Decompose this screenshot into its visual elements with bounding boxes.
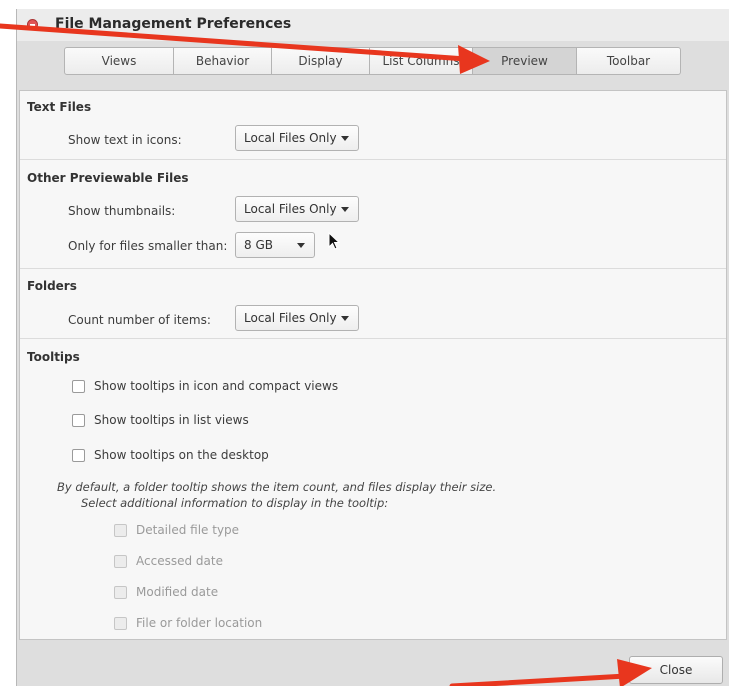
size-limit-label: Only for files smaller than: — [68, 239, 228, 253]
chevron-down-icon — [341, 136, 349, 141]
chevron-down-icon — [341, 207, 349, 212]
tooltip-info-line-2: Select additional information to display… — [81, 496, 389, 510]
checkbox-box[interactable] — [72, 413, 85, 427]
checkbox-label: Show tooltips in list views — [94, 413, 249, 427]
accessed-date-checkbox[interactable]: Accessed date — [114, 554, 223, 568]
tooltips-heading: Tooltips — [27, 350, 80, 364]
checkbox-box[interactable] — [114, 616, 127, 630]
checkbox-label: Accessed date — [136, 554, 223, 568]
checkbox-box[interactable] — [114, 523, 127, 537]
tooltip-info-line-1: By default, a folder tooltip shows the i… — [57, 480, 497, 494]
title-bar: File Management Preferences — [17, 9, 729, 41]
checkbox-label: Show tooltips on the desktop — [94, 448, 269, 462]
chevron-down-icon — [341, 316, 349, 321]
checkbox-label: Modified date — [136, 585, 219, 599]
tooltips-desktop-checkbox[interactable]: Show tooltips on the desktop — [72, 448, 269, 462]
count-items-label: Count number of items: — [68, 313, 211, 327]
checkbox-label: Detailed file type — [136, 523, 240, 537]
thumbnails-label: Show thumbnails: — [68, 204, 176, 218]
tooltips-icon-views-checkbox[interactable]: Show tooltips in icon and compact views — [72, 379, 338, 393]
tab-list-columns[interactable]: List Columns — [370, 47, 473, 75]
thumbnails-combo[interactable]: Local Files Only — [235, 196, 359, 222]
divider — [20, 159, 726, 160]
checkbox-box[interactable] — [72, 379, 85, 393]
checkbox-box[interactable] — [114, 585, 127, 599]
count-items-combo[interactable]: Local Files Only — [235, 305, 359, 331]
window-title: File Management Preferences — [55, 16, 292, 32]
modified-date-checkbox[interactable]: Modified date — [114, 585, 218, 599]
text-files-heading: Text Files — [27, 100, 92, 114]
preview-panel: Text Files Show text in icons: Local Fil… — [19, 90, 727, 640]
show-text-value: Local Files Only — [244, 131, 337, 145]
divider — [20, 338, 726, 339]
folders-heading: Folders — [27, 279, 77, 293]
size-limit-value: 8 GB — [244, 238, 273, 252]
tab-behavior[interactable]: Behavior — [174, 47, 272, 75]
checkbox-box[interactable] — [114, 554, 127, 568]
count-items-value: Local Files Only — [244, 311, 337, 325]
divider — [20, 268, 726, 269]
tab-preview[interactable]: Preview — [473, 47, 577, 75]
size-limit-combo[interactable]: 8 GB — [235, 232, 315, 258]
preferences-window: File Management Preferences Views Behavi… — [16, 9, 729, 686]
mouse-cursor-icon — [328, 232, 341, 250]
checkbox-label: Show tooltips in icon and compact views — [94, 379, 339, 393]
checkbox-label: File or folder location — [136, 616, 263, 630]
file-location-checkbox[interactable]: File or folder location — [114, 616, 262, 630]
thumbnails-value: Local Files Only — [244, 202, 337, 216]
tab-bar: Views Behavior Display List Columns Prev… — [64, 47, 681, 75]
detailed-file-type-checkbox[interactable]: Detailed file type — [114, 523, 239, 537]
tooltips-list-views-checkbox[interactable]: Show tooltips in list views — [72, 413, 249, 427]
chevron-down-icon — [297, 243, 305, 248]
other-files-heading: Other Previewable Files — [27, 171, 189, 185]
tab-display[interactable]: Display — [272, 47, 370, 75]
tab-views[interactable]: Views — [64, 47, 174, 75]
window-close-icon[interactable] — [27, 19, 38, 30]
close-button[interactable]: Close — [629, 656, 723, 684]
show-text-combo[interactable]: Local Files Only — [235, 125, 359, 151]
tab-toolbar[interactable]: Toolbar — [577, 47, 681, 75]
checkbox-box[interactable] — [72, 448, 85, 462]
show-text-label: Show text in icons: — [68, 133, 182, 147]
